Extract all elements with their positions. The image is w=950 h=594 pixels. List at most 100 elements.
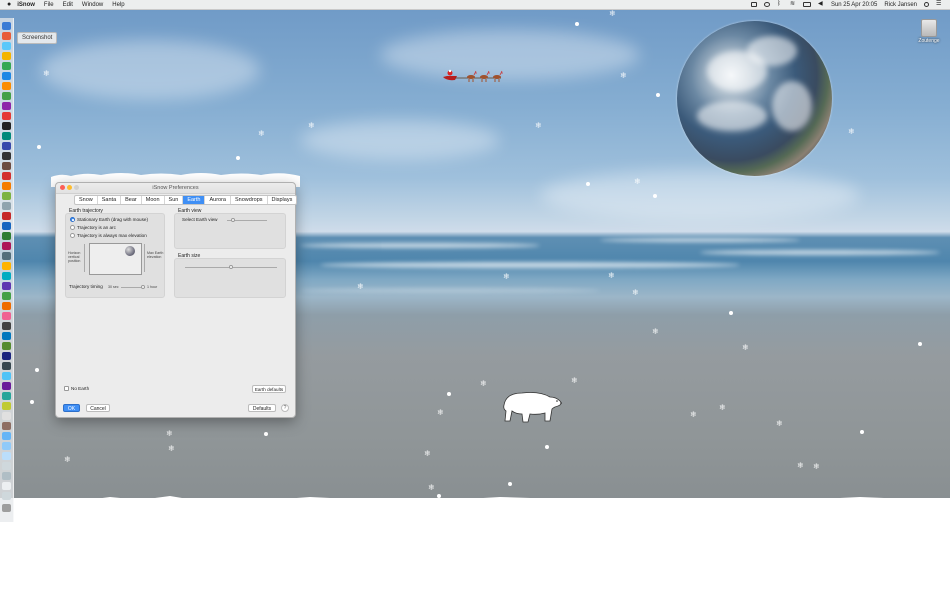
dock-app-icon[interactable] [2,122,11,130]
desktop-drive[interactable]: Zoutenge [918,19,940,44]
dock-app-icon[interactable] [2,272,11,280]
dock-app-icon[interactable] [2,22,11,30]
dock-app-icon[interactable] [2,282,11,290]
tab-earth[interactable]: Earth [183,196,206,204]
dock-app-icon[interactable] [2,52,11,60]
dock-app-icon[interactable] [2,252,11,260]
dock-app-icon[interactable] [2,232,11,240]
tab-displays[interactable]: Displays [268,196,297,204]
dock-app-icon[interactable] [2,82,11,90]
close-icon[interactable] [60,185,65,190]
dock-app-icon[interactable] [2,322,11,330]
window-titlebar[interactable]: iSnow Preferences [56,183,295,194]
spotlight-icon[interactable] [924,2,929,7]
dock-app-icon[interactable] [2,492,11,500]
tab-santa[interactable]: Santa [98,196,122,204]
tab-bear[interactable]: Bear [121,196,142,204]
earth-globe[interactable] [677,21,832,176]
dock-app-icon[interactable] [2,382,11,390]
defaults-button[interactable]: Defaults [248,404,276,412]
dock-app-icon[interactable] [2,352,11,360]
dock-app-icon[interactable] [2,342,11,350]
dock-app-icon[interactable] [2,172,11,180]
trash-icon[interactable] [2,504,11,512]
dock-app-icon[interactable] [2,402,11,410]
dock-app-icon[interactable] [2,192,11,200]
battery-icon[interactable] [802,2,811,7]
menu-window[interactable]: Window [82,2,103,8]
snowflake-icon: ❄ [503,272,510,281]
dock-app-icon[interactable] [2,332,11,340]
max-elevation-slider[interactable] [144,244,145,272]
dock-app-icon[interactable] [2,292,11,300]
horizon-slider[interactable] [84,244,85,272]
screenshot-label[interactable]: Screenshot [17,32,58,44]
tab-snow[interactable]: Snow [75,196,98,204]
volume-icon[interactable]: ◀ [818,1,824,7]
no-earth-checkbox[interactable] [64,386,69,391]
display-icon[interactable] [750,2,757,7]
help-button[interactable]: ? [281,404,289,412]
dock-app-icon[interactable] [2,72,11,80]
apple-menu-icon[interactable]: ● [7,1,11,8]
dock-app-icon[interactable] [2,372,11,380]
zoom-icon[interactable] [74,185,79,190]
menu-help[interactable]: Help [112,2,124,8]
dock-app-icon[interactable] [2,422,11,430]
dock-app-icon[interactable] [2,312,11,320]
radio-stationary[interactable] [70,217,75,222]
dock-app-icon[interactable] [2,452,11,460]
dock-app-icon[interactable] [2,92,11,100]
earth-preview-icon[interactable] [125,246,135,256]
earth-defaults-button[interactable]: Earth defaults [252,385,286,393]
dock-app-icon[interactable] [2,242,11,250]
dock-app-icon[interactable] [2,362,11,370]
cancel-button[interactable]: Cancel [86,404,110,412]
tab-sun[interactable]: Sun [165,196,184,204]
dock-app-icon[interactable] [2,182,11,190]
tab-snowdrops[interactable]: Snowdrops [231,196,268,204]
dock-app-icon[interactable] [2,462,11,470]
wifi-icon[interactable]: ≋ [790,1,796,7]
trajectory-preview[interactable] [89,243,142,275]
dock-app-icon[interactable] [2,62,11,70]
ok-button[interactable]: OK [63,404,80,412]
menu-clock[interactable]: Sun 25 Apr 20:05 [831,2,877,8]
radio-max-elevation[interactable] [70,233,75,238]
dock-app-icon[interactable] [2,202,11,210]
dock-app-icon[interactable] [2,432,11,440]
dock-app-icon[interactable] [2,132,11,140]
earth-size-knob[interactable] [229,265,233,269]
tab-moon[interactable]: Moon [142,196,165,204]
dock-app-icon[interactable] [2,42,11,50]
radio-arc[interactable] [70,225,75,230]
dock-app-icon[interactable] [2,162,11,170]
tab-aurora[interactable]: Aurora [205,196,231,204]
menu-user[interactable]: Rick Jansen [884,2,917,8]
dock-app-icon[interactable] [2,212,11,220]
dock-app-icon[interactable] [2,392,11,400]
dock-app-icon[interactable] [2,102,11,110]
polar-bear-icon[interactable] [500,387,564,425]
bluetooth-icon[interactable]: ᛒ [777,1,783,7]
dock-app-icon[interactable] [2,142,11,150]
dock-app-icon[interactable] [2,262,11,270]
snow-particle [545,445,549,449]
menu-edit[interactable]: Edit [63,2,73,8]
notification-center-icon[interactable]: ☰ [936,1,942,7]
dock-app-icon[interactable] [2,482,11,490]
minimize-icon[interactable] [67,185,72,190]
menu-file[interactable]: File [44,2,54,8]
dock-app-icon[interactable] [2,472,11,480]
dock-app-icon[interactable] [2,302,11,310]
dock-app-icon[interactable] [2,222,11,230]
menu-app-name[interactable]: iSnow [17,2,35,8]
earth-view-knob[interactable] [231,218,235,222]
trajectory-timing-knob[interactable] [140,285,145,289]
dock-app-icon[interactable] [2,152,11,160]
dock-app-icon[interactable] [2,112,11,120]
time-machine-icon[interactable] [763,2,770,7]
dock-app-icon[interactable] [2,442,11,450]
dock-app-icon[interactable] [2,412,11,420]
dock-app-icon[interactable] [2,32,11,40]
